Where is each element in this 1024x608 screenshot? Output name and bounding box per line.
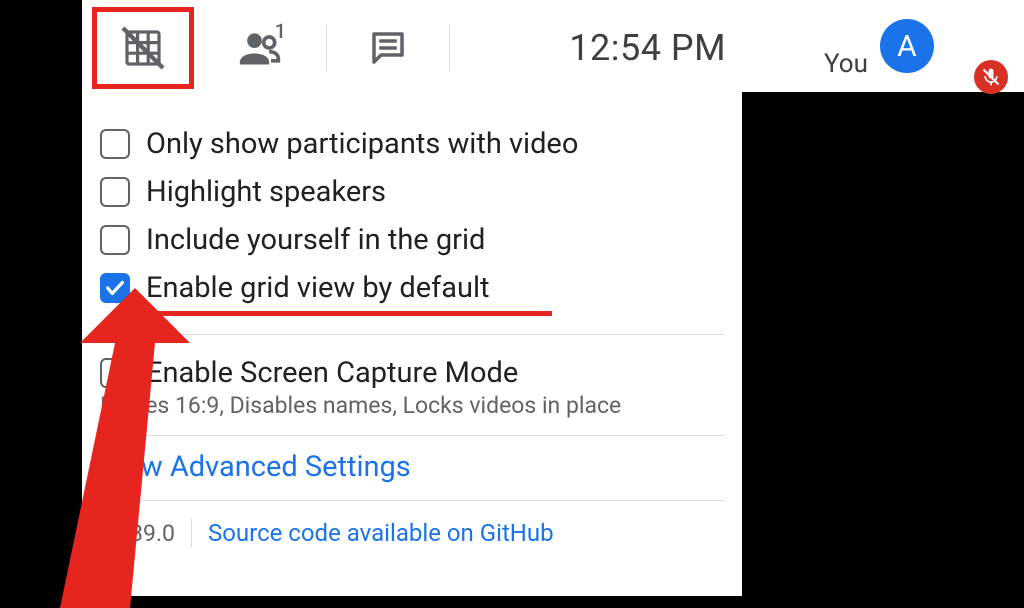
grid-off-icon: [119, 24, 167, 72]
option-enable-grid-default[interactable]: Enable grid view by default: [100, 264, 724, 312]
footer-row: v1.39.0 Source code available on GitHub: [100, 515, 724, 547]
you-label: You: [824, 49, 868, 79]
option-highlight-speakers[interactable]: Highlight speakers: [100, 168, 724, 216]
source-link[interactable]: Source code available on GitHub: [208, 519, 554, 547]
self-video-tile: You A: [742, 0, 1024, 92]
people-count: 1: [275, 19, 286, 43]
option-include-yourself[interactable]: Include yourself in the grid: [100, 216, 724, 264]
checkbox[interactable]: [100, 177, 130, 207]
options-list: Only show participants with video Highli…: [82, 96, 742, 547]
option-label: Include yourself in the grid: [146, 223, 485, 257]
clock-display: 12:54 PM: [569, 27, 726, 69]
footer-divider: [191, 519, 192, 547]
screen-capture-caption: Forces 16:9, Disables names, Locks video…: [100, 392, 724, 419]
option-screen-capture[interactable]: Enable Screen Capture Mode: [100, 349, 724, 392]
grid-view-toggle-button[interactable]: [98, 13, 188, 83]
option-only-video[interactable]: Only show participants with video: [100, 120, 724, 168]
people-button[interactable]: 1: [220, 13, 300, 83]
advanced-settings-link[interactable]: View Advanced Settings: [100, 450, 724, 484]
mic-off-icon: [981, 67, 1001, 87]
option-label: Highlight speakers: [146, 175, 386, 209]
chat-icon: [367, 27, 409, 69]
checkmark-icon: [104, 277, 126, 299]
checkbox[interactable]: [100, 129, 130, 159]
divider: [100, 334, 724, 335]
mic-muted-badge[interactable]: [974, 60, 1008, 94]
version-label: v1.39.0: [100, 520, 175, 547]
checkbox[interactable]: [100, 358, 130, 388]
toolbar-divider: [326, 25, 327, 71]
chat-button[interactable]: [353, 13, 423, 83]
avatar-letter: A: [897, 29, 917, 64]
checkbox[interactable]: [100, 225, 130, 255]
checkbox-checked[interactable]: [100, 273, 130, 303]
toolbar-divider-2: [449, 25, 450, 71]
option-label: Only show participants with video: [146, 127, 578, 161]
panel-toolbar: 1 12:54 PM: [82, 0, 742, 96]
option-label: Enable Screen Capture Mode: [146, 356, 518, 390]
settings-panel: 1 12:54 PM Only show participants with v…: [82, 0, 742, 596]
divider: [100, 435, 724, 436]
option-label: Enable grid view by default: [146, 271, 490, 305]
avatar: A: [880, 19, 934, 73]
divider: [100, 500, 724, 501]
annotation-underline: [148, 311, 552, 316]
